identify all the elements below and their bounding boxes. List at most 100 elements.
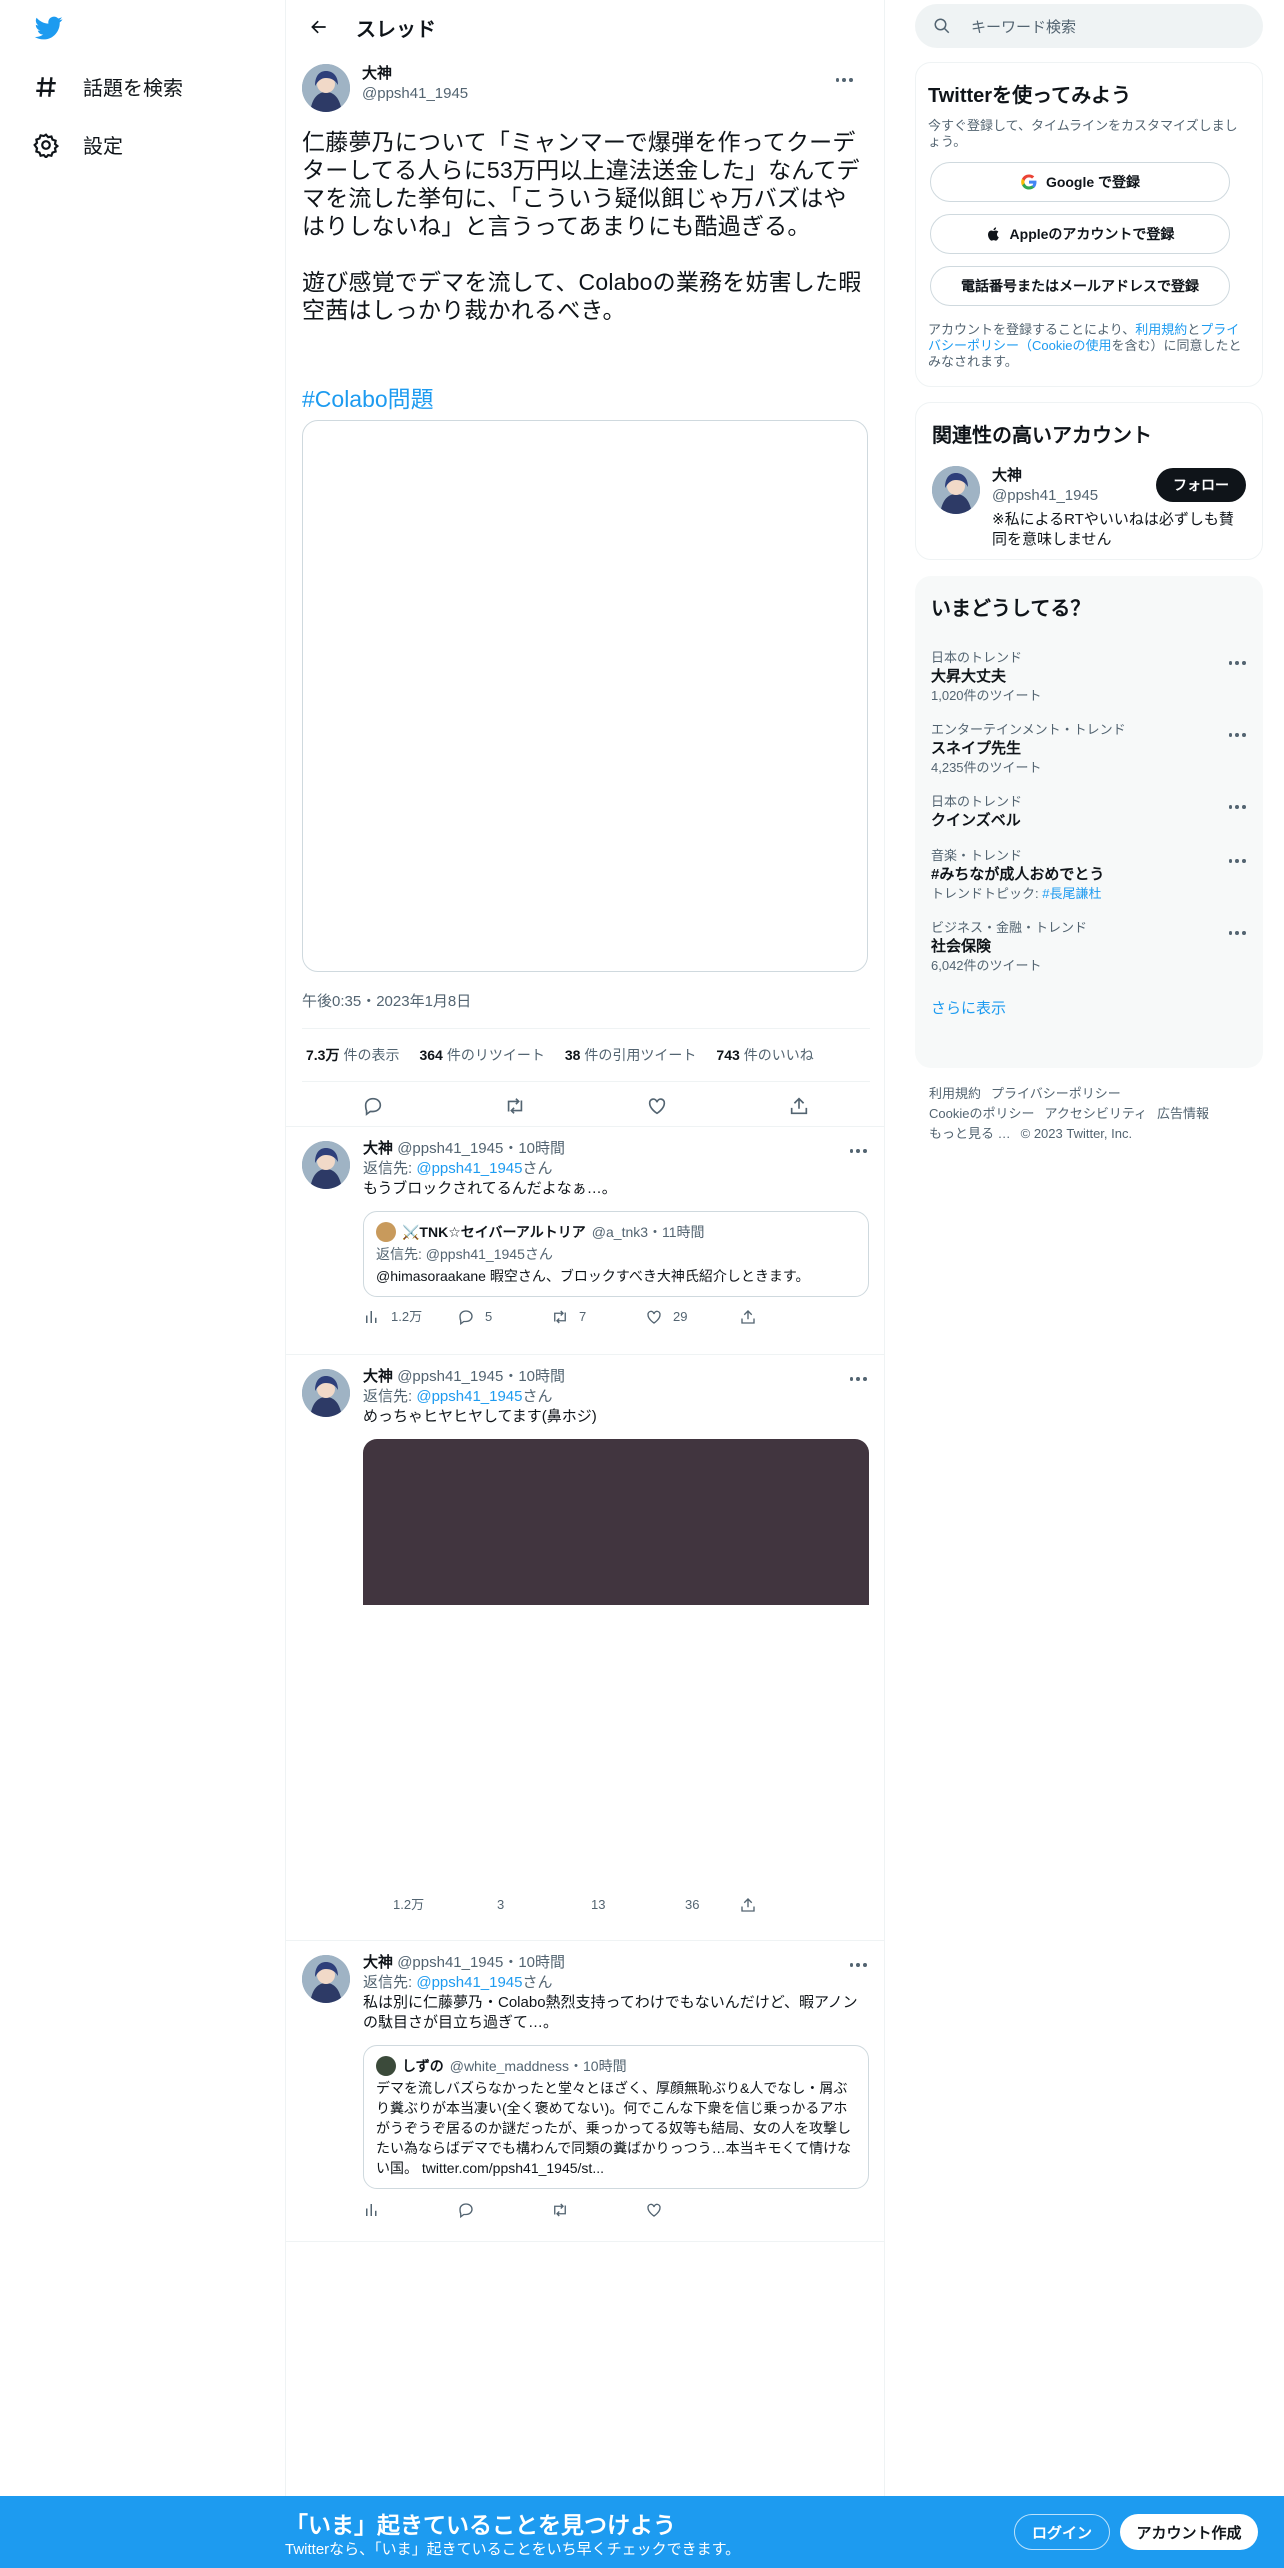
show-more-link[interactable]: さらに表示 xyxy=(931,997,1247,1018)
reply-action[interactable]: 5 xyxy=(457,1307,551,1327)
follow-button[interactable]: フォロー xyxy=(1156,468,1246,502)
trend-item[interactable]: 日本のトレンド 大昇大丈夫 1,020件のツイート xyxy=(931,649,1247,705)
footer-privacy[interactable]: プライバシーポリシー xyxy=(991,1086,1121,1101)
terms-link[interactable]: 利用規約 xyxy=(1135,322,1187,337)
reply-to-link[interactable]: @ppsh41_1945 xyxy=(416,1160,522,1177)
trend-item[interactable]: 日本のトレンド クインズベル xyxy=(931,793,1247,831)
apple-signup-button[interactable]: Appleのアカウントで登録 xyxy=(930,214,1230,254)
trend-name: #みちなが成人おめでとう xyxy=(931,866,1105,883)
share-icon xyxy=(741,1310,755,1324)
avatar[interactable] xyxy=(302,1141,350,1189)
more-options-button[interactable] xyxy=(1227,851,1247,871)
share-action[interactable] xyxy=(739,1896,833,1914)
more-options-button[interactable] xyxy=(1227,653,1247,673)
like-action[interactable]: 29 xyxy=(645,1307,739,1327)
views-stat: 7.3万 件の表示 xyxy=(306,1047,400,1063)
quoted-tweet[interactable]: しずの @white_maddness・10時間 デマを流しバズらなかったと堂々と… xyxy=(363,2045,869,2189)
views-action[interactable] xyxy=(363,2201,457,2219)
reply-actions: 1.2万 3 13 36 xyxy=(363,1895,869,1915)
hashtag-icon xyxy=(36,76,56,97)
more-options-button[interactable] xyxy=(1227,923,1247,943)
author-handle[interactable]: @ppsh41_1945 xyxy=(362,84,468,104)
nav-settings[interactable]: 設定 xyxy=(33,130,123,159)
retweet-icon[interactable] xyxy=(504,1095,526,1117)
footer-ads[interactable]: 広告情報 xyxy=(1157,1106,1209,1121)
reply-tweet[interactable]: 大神 @ppsh41_1945・10時間 返信先: @ppsh41_1945さん… xyxy=(286,1940,884,2242)
like-action[interactable] xyxy=(645,2201,739,2219)
avatar[interactable] xyxy=(932,466,980,514)
more-options-button[interactable] xyxy=(834,70,854,90)
reply-tweet[interactable]: 大神 @ppsh41_1945・10時間 返信先: @ppsh41_1945さん… xyxy=(286,1354,884,1940)
like-icon[interactable] xyxy=(646,1095,668,1117)
create-account-button[interactable]: アカウント作成 xyxy=(1120,2514,1258,2550)
avatar[interactable] xyxy=(302,64,350,112)
views-action[interactable]: 1.2万 xyxy=(363,1307,457,1327)
more-options-button[interactable] xyxy=(1227,725,1247,745)
reply-to: 返信先: @ppsh41_1945さん xyxy=(363,1388,553,1405)
related-account[interactable]: 大神 @ppsh41_1945 ※私によるRTやいいねは必ずしも賛同を意味しませ… xyxy=(932,466,1246,550)
more-options-button[interactable] xyxy=(1227,797,1247,817)
avatar[interactable] xyxy=(302,1955,350,2003)
quoted-tweet[interactable]: ⚔️TNK☆セイバーアルトリア @a_tnk3・11時間 返信先: @ppsh41… xyxy=(363,1211,869,1297)
share-action[interactable] xyxy=(739,1308,833,1326)
hashtag-link[interactable]: #Colabo問題 xyxy=(302,380,434,414)
reply-to-link[interactable]: @ppsh41_1945 xyxy=(416,1974,522,1991)
tweet-actions xyxy=(302,1082,870,1130)
author-meta[interactable]: @ppsh41_1945・10時間 xyxy=(397,1954,565,1971)
author-name[interactable]: 大神 xyxy=(362,64,468,84)
author-name[interactable]: 大神 xyxy=(363,1140,393,1157)
quote-author-name: ⚔️TNK☆セイバーアルトリア xyxy=(402,1224,586,1240)
retweet-action[interactable]: 7 xyxy=(551,1307,645,1327)
trend-topic-link[interactable]: #長尾謙杜 xyxy=(1042,886,1101,901)
reply-to: 返信先: @ppsh41_1945さん xyxy=(363,1974,553,1991)
reply-icon[interactable] xyxy=(362,1095,384,1117)
author-name[interactable]: 大神 xyxy=(363,1368,393,1385)
reply-action[interactable]: 3 xyxy=(457,1895,551,1915)
retweet-action[interactable] xyxy=(551,2201,645,2219)
reply-to-link[interactable]: @ppsh41_1945 xyxy=(416,1388,522,1405)
phone-email-signup-button[interactable]: 電話番号またはメールアドレスで登録 xyxy=(930,266,1230,306)
reply-action[interactable] xyxy=(457,2201,551,2219)
retweet-icon xyxy=(554,1310,566,1324)
google-signup-button[interactable]: Google で登録 xyxy=(930,162,1230,202)
footer-more[interactable]: もっと見る … xyxy=(929,1126,1011,1141)
nav-explore[interactable]: 話題を検索 xyxy=(33,72,183,101)
left-nav: 話題を検索 設定 xyxy=(0,0,285,2500)
banner-subtext: Twitterなら、「いま」起きていることをいち早くチェックできます。 xyxy=(285,2541,741,2558)
reply-text: もうブロックされてるんだよなぁ…。 xyxy=(363,1180,617,1197)
trend-category: ビジネス・金融・トレンド xyxy=(931,920,1088,935)
likes-stat[interactable]: 743 件のいいね xyxy=(716,1045,813,1065)
share-icon[interactable] xyxy=(788,1095,810,1117)
reply-tweet[interactable]: 大神 @ppsh41_1945・10時間 返信先: @ppsh41_1945さん… xyxy=(286,1126,884,1354)
quotes-stat[interactable]: 38 件の引用ツイート xyxy=(565,1045,697,1065)
cookie-link[interactable]: （Cookieの使用 xyxy=(1019,338,1111,353)
views-action[interactable]: 1.2万 xyxy=(363,1895,457,1915)
author-meta[interactable]: @ppsh41_1945・10時間 xyxy=(397,1368,565,1385)
login-button[interactable]: ログイン xyxy=(1014,2514,1110,2550)
signup-banner: 「いま」起きていることを見つけよう Twitterなら、「いま」起きていることを… xyxy=(0,2496,1284,2568)
footer-terms[interactable]: 利用規約 xyxy=(929,1086,981,1101)
search-input[interactable]: キーワード検索 xyxy=(915,4,1263,48)
avatar[interactable] xyxy=(302,1369,350,1417)
bar-chart-icon xyxy=(366,1311,377,1323)
trend-item[interactable]: エンターテインメント・トレンド スネイプ先生 4,235件のツイート xyxy=(931,721,1247,777)
footer-accessibility[interactable]: アクセシビリティ xyxy=(1044,1106,1147,1121)
footer-cookie[interactable]: Cookieのポリシー xyxy=(929,1106,1034,1121)
nav-settings-label: 設定 xyxy=(83,136,123,158)
footer-links: 利用規約 プライバシーポリシー Cookieのポリシー アクセシビリティ 広告情報 も… xyxy=(929,1084,1249,1144)
author-meta[interactable]: @ppsh41_1945・10時間 xyxy=(397,1140,565,1157)
reply-media[interactable] xyxy=(363,1439,869,1605)
tweet-timestamp[interactable]: 午後0:35・2023年1月8日 xyxy=(302,990,471,1011)
trend-item[interactable]: 音楽・トレンド #みちなが成人おめでとう トレンドトピック: #長尾謙杜 xyxy=(931,847,1247,903)
trend-item[interactable]: ビジネス・金融・トレンド 社会保険 6,042件のツイート xyxy=(931,919,1247,975)
twitter-logo-icon[interactable] xyxy=(33,14,65,42)
page-title: スレッド xyxy=(356,18,436,41)
retweet-action[interactable]: 13 xyxy=(551,1895,645,1915)
tweet-media[interactable] xyxy=(302,420,868,972)
like-action[interactable]: 36 xyxy=(645,1895,739,1915)
author-name[interactable]: 大神 xyxy=(363,1954,393,1971)
retweets-stat[interactable]: 364 件のリツイート xyxy=(419,1045,544,1065)
reply-text: めっちゃヒヤヒヤしてます(鼻ホジ) xyxy=(363,1408,597,1425)
like-icon xyxy=(647,1310,661,1324)
back-button[interactable] xyxy=(302,10,336,44)
